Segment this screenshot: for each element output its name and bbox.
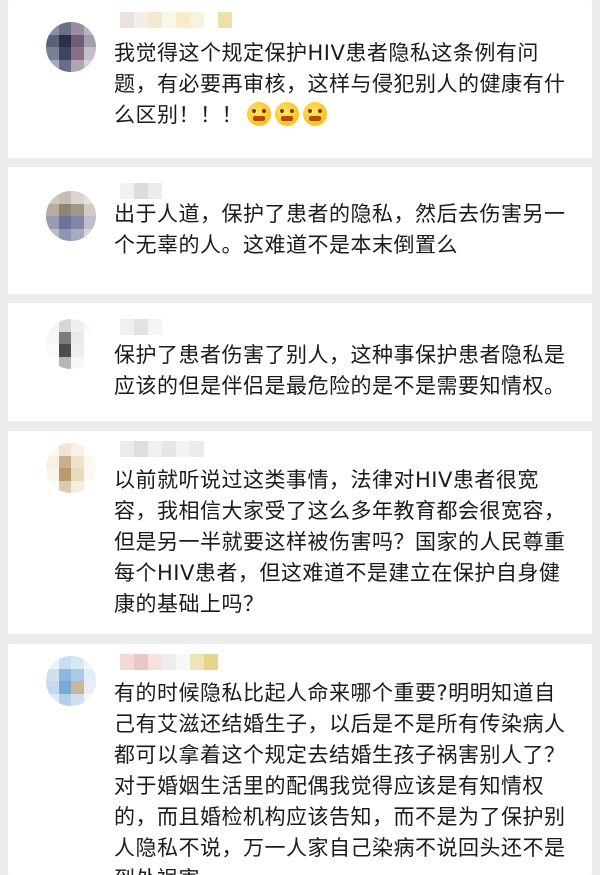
angry-emoji	[247, 102, 271, 126]
nickname-blurred[interactable]	[120, 12, 240, 28]
comment-text: 出于人道，保护了患者的隐私，然后去伤害另一个无辜的人。这难道不是本末倒置么	[114, 199, 574, 261]
comment-text: 有的时候隐私比起人命来哪个重要?明明知道自己有艾滋还结婚生子，以后是不是所有传染…	[114, 678, 574, 875]
comment-body: 出于人道，保护了患者的隐私，然后去伤害另一个无辜的人。这难道不是本末倒置么	[114, 202, 566, 257]
avatar-pixelated[interactable]	[46, 191, 96, 241]
comment-body: 我觉得这个规定保护HIV患者隐私这条例有问题，有必要再审核，这样与侵犯别人的健康…	[114, 41, 566, 127]
comment-card: 出于人道，保护了患者的隐私，然后去伤害另一个无辜的人。这难道不是本末倒置么	[8, 167, 592, 294]
avatar-pixelated[interactable]	[46, 319, 96, 369]
angry-emoji	[275, 102, 299, 126]
comment-card: 以前就听说过这类事情，法律对HIV患者很宽容，我相信大家受了这么多年教育都会很宽…	[8, 431, 592, 634]
avatar-pixelated[interactable]	[46, 443, 96, 493]
comment-card: 我觉得这个规定保护HIV患者隐私这条例有问题，有必要再审核，这样与侵犯别人的健康…	[8, 0, 592, 158]
comment-text: 以前就听说过这类事情，法律对HIV患者很宽容，我相信大家受了这么多年教育都会很宽…	[114, 465, 574, 620]
avatar-pixelated[interactable]	[46, 22, 96, 72]
comment-text: 我觉得这个规定保护HIV患者隐私这条例有问题，有必要再审核，这样与侵犯别人的健康…	[114, 38, 574, 131]
avatar-pixelated[interactable]	[46, 656, 96, 706]
comment-card: 有的时候隐私比起人命来哪个重要?明明知道自己有艾滋还结婚生子，以后是不是所有传染…	[8, 644, 592, 875]
comment-card: 保护了患者伤害了别人，这种事保护患者隐私是应该的但是伴侣是最危险的是不是需要知情…	[8, 303, 592, 421]
angry-emoji	[303, 102, 327, 126]
nickname-blurred[interactable]	[120, 441, 240, 457]
nickname-blurred[interactable]	[120, 654, 240, 670]
comment-body: 以前就听说过这类事情，法律对HIV患者很宽容，我相信大家受了这么多年教育都会很宽…	[114, 468, 566, 616]
comment-body: 有的时候隐私比起人命来哪个重要?明明知道自己有艾滋还结婚生子，以后是不是所有传染…	[114, 681, 566, 875]
nickname-blurred[interactable]	[120, 319, 240, 335]
nickname-blurred[interactable]	[120, 183, 240, 199]
comment-text: 保护了患者伤害了别人，这种事保护患者隐私是应该的但是伴侣是最危险的是不是需要知情…	[114, 340, 574, 402]
comment-body: 保护了患者伤害了别人，这种事保护患者隐私是应该的但是伴侣是最危险的是不是需要知情…	[114, 343, 566, 398]
